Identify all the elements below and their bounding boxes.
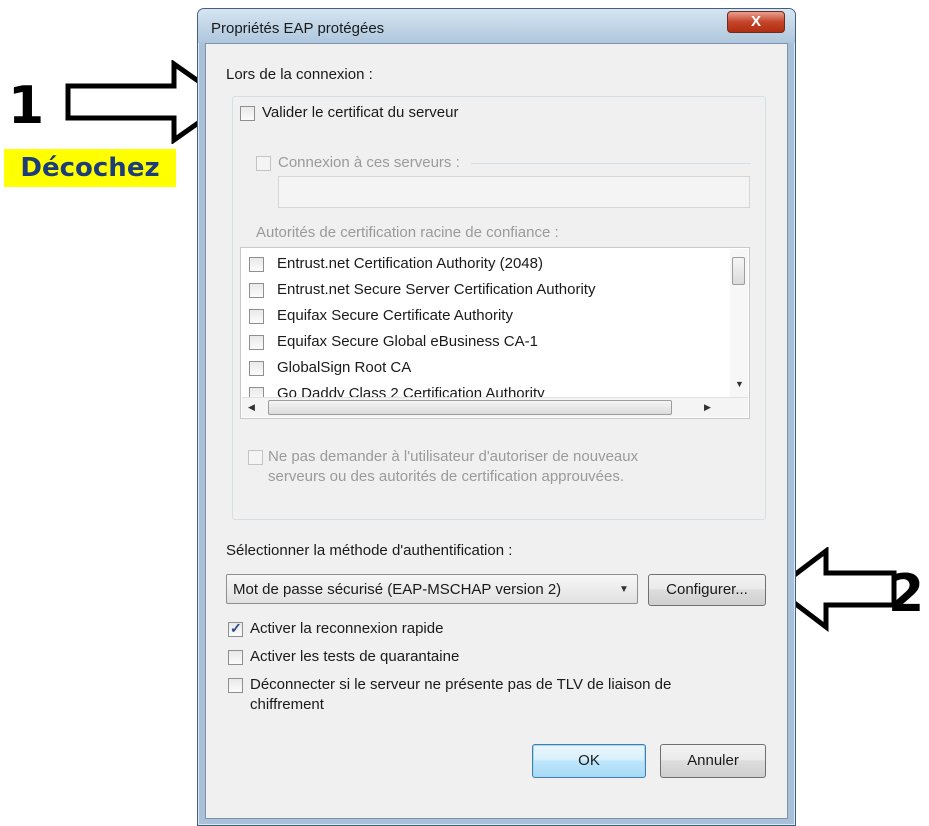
validate-cert-label[interactable]: Valider le certificat du serveur [262,104,458,121]
window-title: Propriétés EAP protégées [211,20,385,37]
ca-checkbox[interactable] [249,361,264,376]
ca-checkbox[interactable] [249,257,264,272]
annotation-uncheck-label: Décochez [4,149,176,187]
list-item[interactable]: Equifax Secure Certificate Authority [249,304,709,330]
ca-label: Entrust.net Certification Authority (204… [277,255,543,272]
list-item[interactable]: Entrust.net Certification Authority (204… [249,252,709,278]
auth-method-value: Mot de passe sécurisé (EAP-MSCHAP versio… [233,581,562,598]
servers-divider [471,163,751,164]
horizontal-scroll-thumb[interactable] [268,400,672,415]
no-prompt-label-line2: serveurs ou des autorités de certificati… [268,468,625,485]
title-bar[interactable]: Propriétés EAP protégées X [198,9,795,43]
cancel-button[interactable]: Annuler [660,744,766,778]
quarantine-checks-checkbox[interactable] [228,650,243,665]
fast-reconnect-label[interactable]: Activer la reconnexion rapide [250,620,443,637]
no-prompt-checkbox [248,450,263,465]
ca-label: Equifax Secure Certificate Authority [277,307,513,324]
ca-checkbox[interactable] [249,283,264,298]
trusted-ca-label: Autorités de certification racine de con… [256,224,559,241]
disconnect-tlv-checkbox[interactable] [228,678,243,693]
disconnect-tlv-label-line2[interactable]: chiffrement [250,696,324,713]
vertical-scroll-thumb[interactable] [732,257,745,285]
ok-button[interactable]: OK [532,744,646,778]
eap-properties-dialog: Propriétés EAP protégées X Lors de la co… [197,8,796,826]
ca-label: Equifax Secure Global eBusiness CA-1 [277,333,538,350]
no-prompt-label-line1: Ne pas demander à l'utilisateur d'autori… [268,448,639,465]
ca-label: GlobalSign Root CA [277,359,412,376]
ca-label: Entrust.net Secure Server Certification … [277,281,596,298]
dialog-content: Lors de la connexion : Valider le certif… [205,43,788,819]
ca-checkbox[interactable] [249,309,264,324]
scroll-left-icon[interactable]: ◀ [248,402,255,413]
connect-servers-label: Connexion à ces serveurs : [278,154,460,171]
connection-group-label: Lors de la connexion : [226,66,373,83]
list-item[interactable]: Equifax Secure Global eBusiness CA-1 [249,330,709,356]
quarantine-checks-label[interactable]: Activer les tests de quarantaine [250,648,459,665]
validate-cert-checkbox[interactable] [240,106,255,121]
servers-input [278,176,750,208]
horizontal-scrollbar[interactable]: ◀ ▶ [242,397,748,417]
trusted-ca-list[interactable]: Entrust.net Certification Authority (204… [240,247,750,419]
list-item[interactable]: GlobalSign Root CA [249,356,709,382]
close-button[interactable]: X [727,11,785,33]
scroll-down-icon[interactable]: ▼ [735,379,744,389]
connect-servers-checkbox [256,156,271,171]
auth-method-select[interactable]: Mot de passe sécurisé (EAP-MSCHAP versio… [226,574,638,604]
chevron-down-icon[interactable]: ▼ [619,584,629,595]
scroll-right-icon[interactable]: ▶ [704,402,711,413]
configure-button[interactable]: Configurer... [648,574,766,606]
ca-checkbox[interactable] [249,335,264,350]
list-item[interactable]: Entrust.net Secure Server Certification … [249,278,709,304]
fast-reconnect-checkbox[interactable] [228,620,243,637]
annotation-step-1-number: 1 [8,76,45,136]
vertical-scrollbar[interactable]: ▼ [730,249,748,397]
annotation-step-2-number: 2 [888,564,925,624]
disconnect-tlv-label-line1[interactable]: Déconnecter si le serveur ne présente pa… [250,676,671,693]
auth-method-label: Sélectionner la méthode d'authentificati… [226,542,513,559]
